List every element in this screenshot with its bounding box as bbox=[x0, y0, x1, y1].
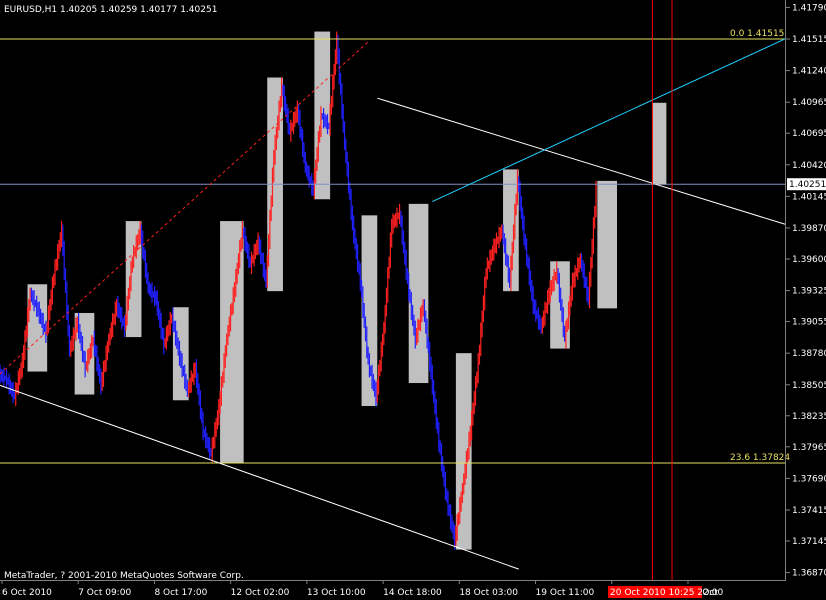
x-tick-label: 19 Oct 11:00 bbox=[536, 588, 595, 598]
y-tick-label: 1.37690 bbox=[792, 474, 826, 484]
x-tick-label: 8 Oct 17:00 bbox=[154, 588, 207, 598]
y-tick-label: 1.38780 bbox=[792, 349, 826, 359]
y-tick-label: 1.40420 bbox=[792, 161, 826, 171]
price-axis-separator bbox=[785, 0, 786, 580]
x-tick-label: 6 Oct 2010 bbox=[2, 588, 52, 598]
y-tick-label: 1.39870 bbox=[792, 224, 826, 234]
chart-title: EURUSD,H1 1.40205 1.40259 1.40177 1.4025… bbox=[4, 5, 217, 15]
x-tick-label: 12 Oct 02:00 bbox=[231, 588, 290, 598]
projection-box bbox=[652, 102, 667, 185]
x-tick-label: 13 Oct 10:00 bbox=[307, 588, 366, 598]
price-chart[interactable]: 0.0 1.41515 23.6 1.37824 1.40251 1.41790 1.… bbox=[0, 0, 826, 600]
y-tick-label: 1.38505 bbox=[792, 381, 826, 391]
copyright-text: MetaTrader, ? 2001-2010 MetaQuotes Softw… bbox=[4, 571, 244, 581]
session-box bbox=[597, 180, 618, 309]
x-tick-label: 14 Oct 18:00 bbox=[383, 588, 442, 598]
current-price-label: 1.40251 bbox=[789, 180, 826, 190]
y-tick-label: 1.39600 bbox=[792, 255, 826, 265]
y-tick-label: 1.37415 bbox=[792, 506, 826, 516]
fib-level-label: 23.6 1.37824 bbox=[730, 453, 790, 463]
fib-level-label: 0.0 1.41515 bbox=[730, 29, 784, 39]
y-tick-label: 1.39325 bbox=[792, 287, 826, 297]
y-tick-label: 1.41240 bbox=[792, 67, 826, 77]
y-tick-label: 1.40695 bbox=[792, 129, 826, 139]
y-tick-label: 1.37965 bbox=[792, 443, 826, 453]
y-tick-label: 1.41790 bbox=[792, 3, 826, 13]
y-tick-label: 1.38235 bbox=[792, 412, 826, 422]
x-tick-label: 18 Oct 03:00 bbox=[459, 588, 518, 598]
session-box bbox=[550, 261, 570, 349]
y-tick-label: 1.41515 bbox=[792, 35, 826, 45]
y-tick-label: 1.36870 bbox=[792, 569, 826, 579]
y-tick-label: 1.40965 bbox=[792, 98, 826, 108]
x-highlight-label: 20 Oct 2010 10:25 22:00 bbox=[610, 588, 724, 598]
y-tick-label: 1.37145 bbox=[792, 537, 826, 547]
y-tick-label: 1.39055 bbox=[792, 318, 826, 328]
y-tick-label: 1.40145 bbox=[792, 192, 826, 202]
x-tick-label: 7 Oct 09:00 bbox=[78, 588, 131, 598]
